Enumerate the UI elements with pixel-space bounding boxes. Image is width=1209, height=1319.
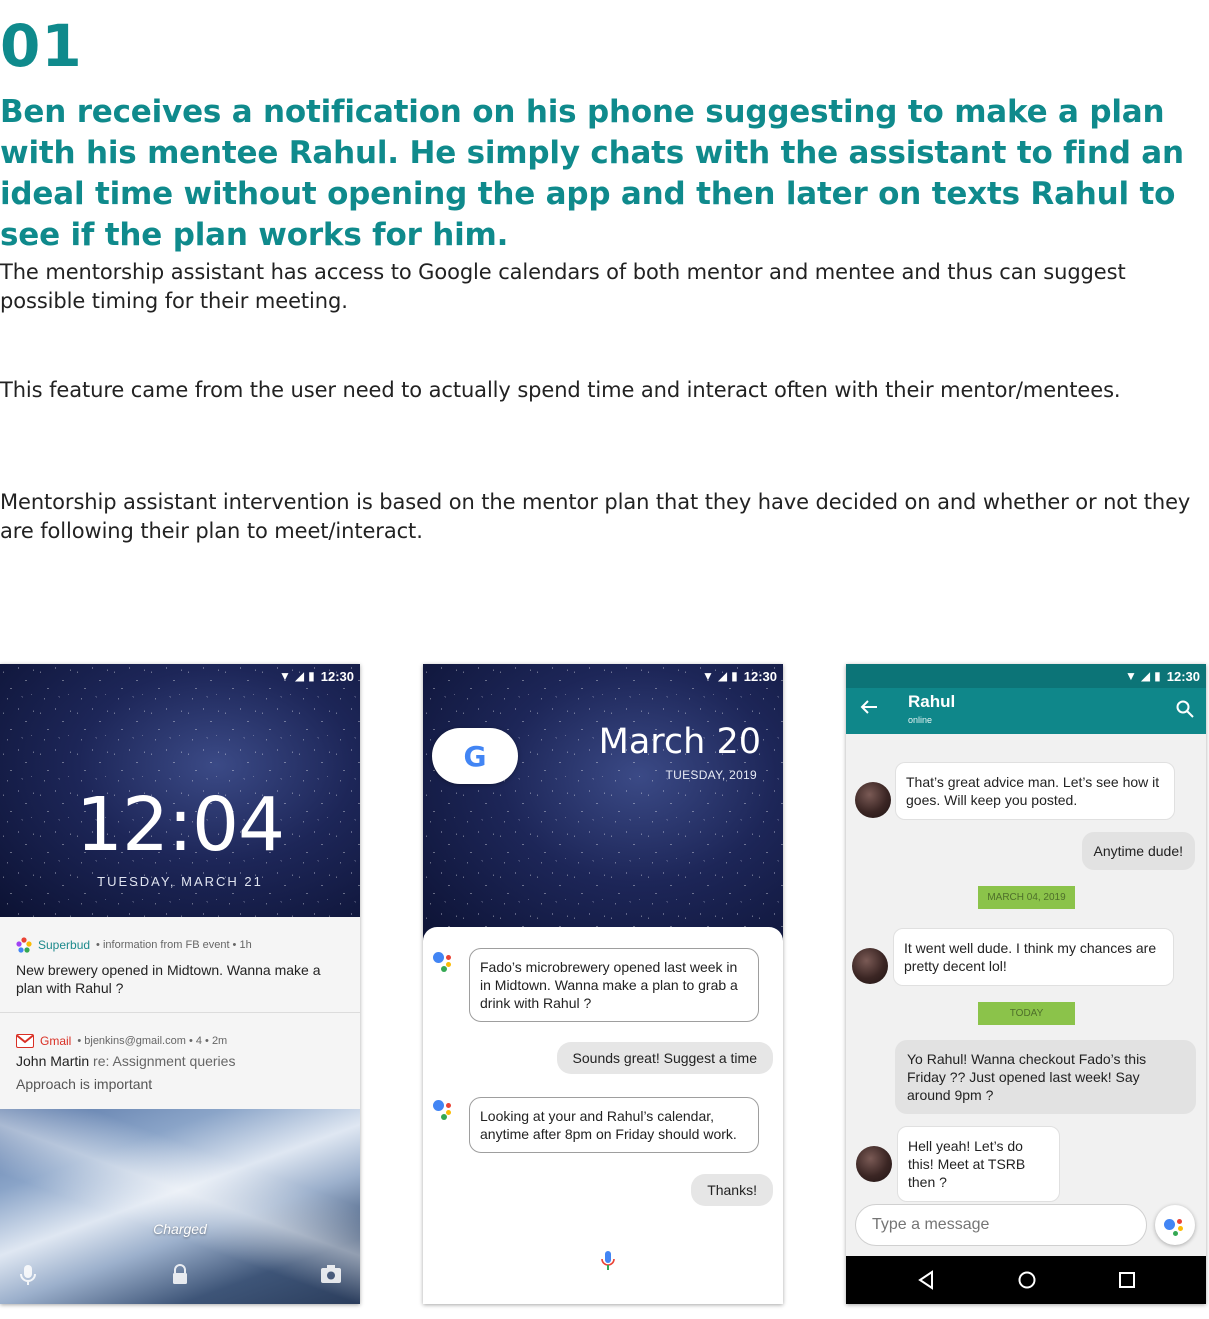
lock-icon[interactable] (171, 1264, 189, 1292)
notification-app-name: Superbud (38, 938, 91, 952)
assistant-icon (1164, 1219, 1175, 1230)
incoming-message: That’s great advice man. Let’s see how i… (895, 762, 1175, 820)
notification-gmail[interactable]: Gmail • bjenkins@gmail.com • 4 • 2m John… (0, 1014, 360, 1109)
message-input[interactable] (856, 1205, 1146, 1245)
signal-icon: ◢ (717, 669, 728, 683)
status-bar: ▼ ◢ ▮ 12:30 (846, 664, 1206, 688)
avatar (855, 782, 891, 818)
lockscreen-phone: ▼ ◢ ▮ 12:30 12:04 TUESDAY, MARCH 21 Supe… (0, 664, 360, 1304)
lock-clock: 12:04 (75, 782, 285, 868)
step-number: 01 (0, 12, 83, 80)
avatar (852, 948, 888, 984)
nav-recents-icon[interactable] (1118, 1270, 1136, 1295)
battery-icon: ▮ (308, 669, 315, 683)
home-wallpaper (423, 664, 783, 944)
email-subject: re: Assignment queries (93, 1053, 236, 1069)
assistant-message: Fado’s microbrewery opened last week in … (469, 948, 759, 1022)
contact-name: Rahul (908, 692, 956, 711)
paragraph-intervention: Mentorship assistant intervention is bas… (0, 490, 1191, 543)
status-bar: ▼ ◢ ▮ 12:30 (0, 664, 360, 688)
nav-home-icon[interactable] (1017, 1270, 1037, 1295)
email-sender: John Martin (16, 1053, 90, 1069)
gmail-icon (16, 1034, 34, 1048)
message-input-container (855, 1204, 1147, 1246)
back-arrow-icon[interactable] (860, 698, 878, 721)
status-time: 12:30 (1166, 668, 1200, 684)
date-separator: TODAY (978, 1002, 1075, 1025)
assistant-button[interactable] (1155, 1205, 1195, 1245)
mic-icon[interactable] (19, 1264, 37, 1292)
email-preview: Approach is important (16, 1076, 153, 1092)
incoming-message: Hell yeah! Let’s do this! Meet at TSRB t… (897, 1126, 1060, 1202)
notification-meta: • information from FB event • 1h (96, 939, 252, 951)
outgoing-message: Yo Rahul! Wanna checkout Fado’s this Fri… (895, 1040, 1196, 1114)
wifi-icon: ▼ (702, 669, 714, 683)
paragraph-calendar-access: The mentorship assistant has access to G… (0, 260, 1126, 313)
wifi-icon: ▼ (1125, 669, 1137, 683)
paragraph-user-need: This feature came from the user need to … (0, 378, 1121, 402)
search-icon[interactable] (1176, 700, 1194, 723)
notification-superbud[interactable]: Superbud • information from FB event • 1… (0, 917, 360, 1013)
mic-icon[interactable] (601, 1250, 615, 1277)
headline: Ben receives a notification on his phone… (0, 94, 1184, 253)
assistant-icon (433, 1099, 457, 1123)
chat-phone: ▼ ◢ ▮ 12:30 Rahul online That’s great ad… (846, 664, 1206, 1304)
notification-meta: • bjenkins@gmail.com • 4 • 2m (77, 1035, 228, 1047)
battery-icon: ▮ (731, 669, 738, 683)
notification-title-line: John Martin re: Assignment queries (16, 1052, 336, 1070)
charging-status: Charged (153, 1221, 207, 1237)
home-date: March 20 (598, 722, 761, 762)
outgoing-message: Anytime dude! (1081, 832, 1195, 870)
google-logo: G (463, 739, 487, 773)
status-time: 12:30 (743, 668, 777, 684)
google-search-pill[interactable]: G (432, 728, 518, 784)
lock-date: TUESDAY, MARCH 21 (97, 874, 263, 889)
system-nav-bar (846, 1256, 1206, 1304)
battery-icon: ▮ (1154, 669, 1161, 683)
user-message: Thanks! (691, 1174, 773, 1206)
camera-icon[interactable] (320, 1264, 342, 1290)
signal-icon: ◢ (294, 669, 305, 683)
assistant-sheet: Fado’s microbrewery opened last week in … (423, 927, 783, 1304)
notification-app-name: Gmail (40, 1034, 72, 1048)
status-time: 12:30 (320, 668, 354, 684)
superbud-icon (16, 937, 32, 953)
assistant-phone: ▼ ◢ ▮ 12:30 G March 20 TUESDAY, 2019 Fad… (423, 664, 783, 1304)
incoming-message: It went well dude. I think my chances ar… (893, 928, 1174, 986)
user-message: Sounds great! Suggest a time (556, 1042, 773, 1074)
wifi-icon: ▼ (279, 669, 291, 683)
notification-body: New brewery opened in Midtown. Wanna mak… (16, 962, 321, 996)
avatar (856, 1146, 892, 1182)
date-separator: MARCH 04, 2019 (978, 886, 1075, 909)
nav-back-icon[interactable] (917, 1270, 935, 1295)
home-subdate: TUESDAY, 2019 (665, 768, 757, 782)
status-bar: ▼ ◢ ▮ 12:30 (423, 664, 783, 688)
signal-icon: ◢ (1140, 669, 1151, 683)
assistant-icon (433, 951, 457, 975)
notification-list: Superbud • information from FB event • 1… (0, 917, 360, 1109)
contact-status: online (908, 715, 933, 725)
chat-thread: That’s great advice man. Let’s see how i… (846, 734, 1206, 1256)
assistant-message: Looking at your and Rahul’s calendar, an… (469, 1097, 759, 1153)
